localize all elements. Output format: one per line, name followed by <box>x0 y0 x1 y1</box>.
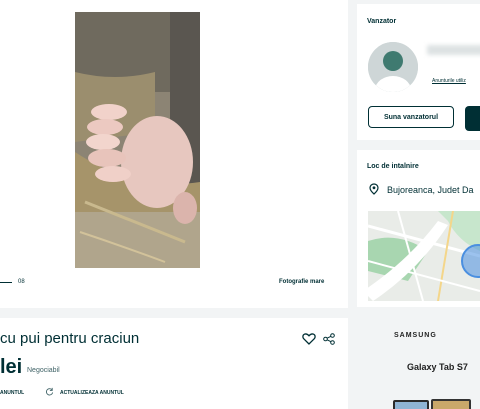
seller-all-ads-link[interactable]: Anunturile utiliz <box>432 78 466 84</box>
pig-photo-illustration <box>75 12 200 268</box>
refresh-listing-link[interactable]: ACTUALIZEAZA ANUNTUL <box>60 390 124 396</box>
tablet-devices-image <box>393 399 471 409</box>
listing-details-card: cu pui pentru craciun lei Negociabil ANU… <box>0 318 348 409</box>
location-heading: Loc de intalnire <box>367 163 419 170</box>
gallery-page-counter: 08 <box>18 279 25 285</box>
location-text: Bujoreanca, Judet Da <box>387 185 474 195</box>
seller-card: Vanzator Anunturile utiliz Suna vanzator… <box>357 4 480 140</box>
gallery-progress-bar <box>0 282 12 283</box>
negotiable-label: Negociabil <box>27 367 60 374</box>
location-map[interactable] <box>368 211 480 301</box>
listing-title: cu pui pentru craciun <box>0 330 140 347</box>
listing-price: lei <box>0 356 23 378</box>
listing-action-link[interactable]: ANUNTUL <box>0 390 24 396</box>
photo-gallery: 08 Fotografie mare <box>0 0 348 308</box>
pin-icon <box>369 183 379 195</box>
seller-heading: Vanzator <box>367 18 397 25</box>
call-seller-button[interactable]: Suna vanzatorul <box>368 106 454 128</box>
avatar-icon <box>368 42 418 92</box>
listing-photo[interactable] <box>75 12 200 268</box>
ad-brand-logo: SAMSUNG <box>394 332 437 339</box>
seller-avatar[interactable] <box>368 42 418 92</box>
fullsize-photo-link[interactable]: Fotografie mare <box>279 279 324 285</box>
chat-seller-button[interactable] <box>465 106 480 131</box>
advertisement-banner[interactable]: SAMSUNG Galaxy Tab S7 <box>357 318 480 409</box>
seller-name-blurred <box>427 45 480 55</box>
location-card: Loc de intalnire Bujoreanca, Judet Da <box>357 150 480 307</box>
refresh-icon[interactable] <box>45 387 54 396</box>
ad-product-name: Galaxy Tab S7 <box>407 362 468 372</box>
map-graphic <box>368 211 480 301</box>
heart-icon[interactable] <box>302 332 316 346</box>
share-icon[interactable] <box>323 333 335 345</box>
